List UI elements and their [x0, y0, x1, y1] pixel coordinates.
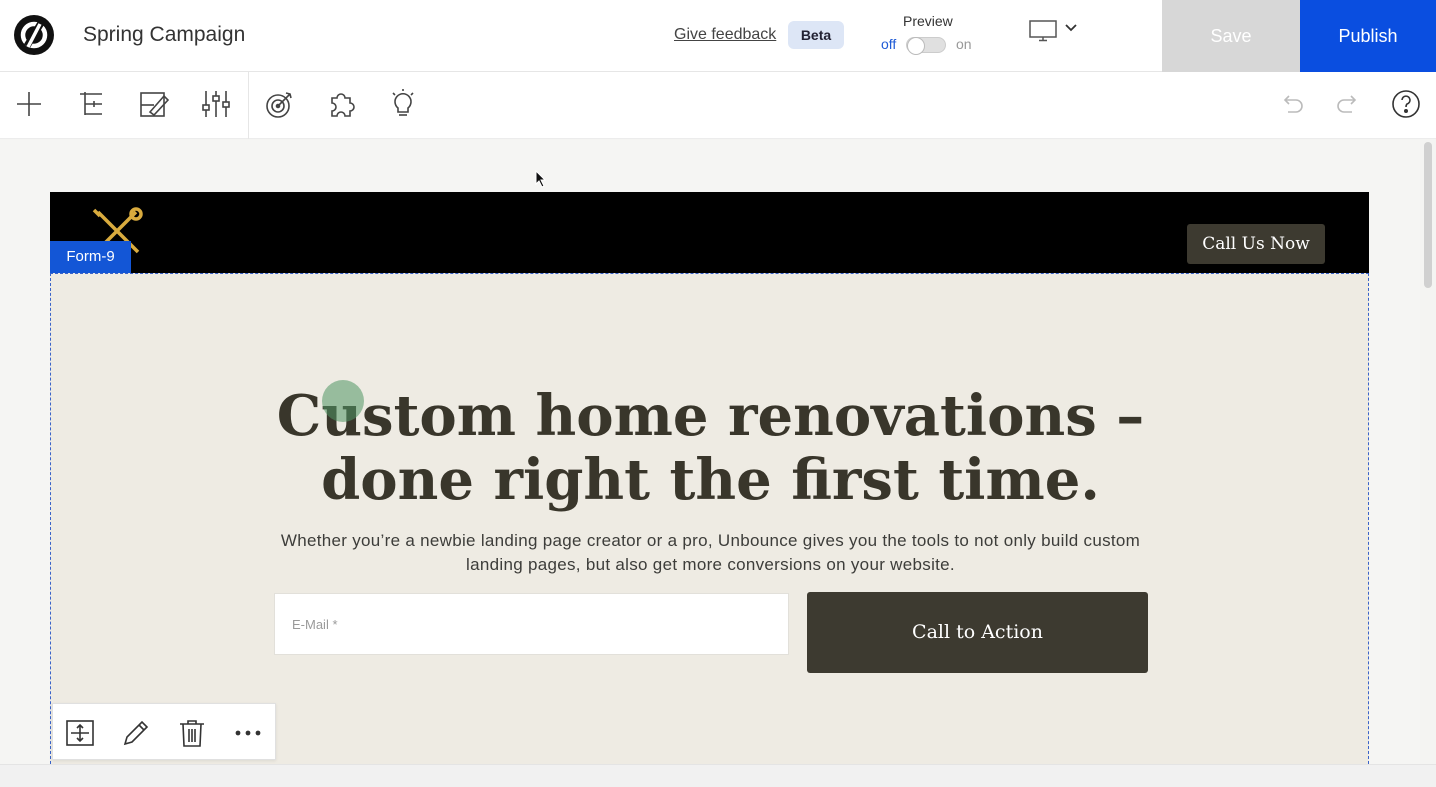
integrations-puzzle-icon[interactable] — [325, 88, 357, 120]
redo-icon[interactable] — [1332, 88, 1364, 120]
tips-lightbulb-icon[interactable] — [387, 88, 419, 120]
preview-off-label: off — [881, 36, 897, 52]
give-feedback-link[interactable]: Give feedback — [674, 26, 776, 44]
beta-badge: Beta — [788, 21, 844, 49]
hero-section[interactable]: Custom home renovations – done right the… — [50, 273, 1369, 764]
unbounce-logo-icon[interactable] — [14, 15, 54, 55]
bottom-strip — [0, 764, 1436, 787]
project-title: Spring Campaign — [83, 23, 246, 46]
toggle-knob — [907, 37, 925, 55]
editor-toolbar — [0, 72, 1436, 139]
selected-element-tag[interactable]: Form-9 — [50, 241, 131, 273]
preview-toggle[interactable] — [906, 37, 946, 55]
pencil-icon[interactable] — [121, 718, 151, 748]
hero-headline[interactable]: Custom home renovations – done right the… — [271, 384, 1150, 512]
canvas-scrollbar[interactable] — [1424, 142, 1432, 288]
save-button[interactable]: Save — [1162, 0, 1300, 72]
settings-sliders-icon[interactable] — [200, 88, 232, 120]
toolbar-separator — [248, 72, 249, 139]
email-field[interactable] — [274, 593, 789, 655]
desktop-monitor-icon[interactable] — [1029, 20, 1057, 47]
more-icon[interactable] — [233, 718, 263, 748]
landing-page-header: Call Us Now — [50, 192, 1369, 273]
plus-icon[interactable] — [13, 88, 45, 120]
mouse-pointer-icon — [535, 169, 547, 193]
call-us-now-button[interactable]: Call Us Now — [1187, 224, 1325, 264]
page-tree-icon[interactable] — [76, 88, 108, 120]
publish-button[interactable]: Publish — [1300, 0, 1436, 72]
element-toolbar — [52, 703, 276, 760]
hero-subtext[interactable]: Whether you’re a newbie landing page cre… — [271, 529, 1150, 577]
goal-target-icon[interactable] — [263, 88, 295, 120]
preview-on-label: on — [956, 36, 972, 52]
click-indicator — [322, 380, 364, 422]
top-bar: Spring Campaign Give feedback Beta Previ… — [0, 0, 1436, 72]
preview-label: Preview — [903, 13, 953, 29]
trash-icon[interactable] — [177, 718, 207, 748]
chevron-down-icon[interactable] — [1064, 20, 1078, 39]
help-icon[interactable] — [1390, 88, 1422, 120]
style-edit-icon[interactable] — [138, 88, 170, 120]
call-to-action-button[interactable]: Call to Action — [807, 592, 1148, 673]
resize-icon[interactable] — [65, 718, 95, 748]
undo-icon[interactable] — [1276, 88, 1308, 120]
